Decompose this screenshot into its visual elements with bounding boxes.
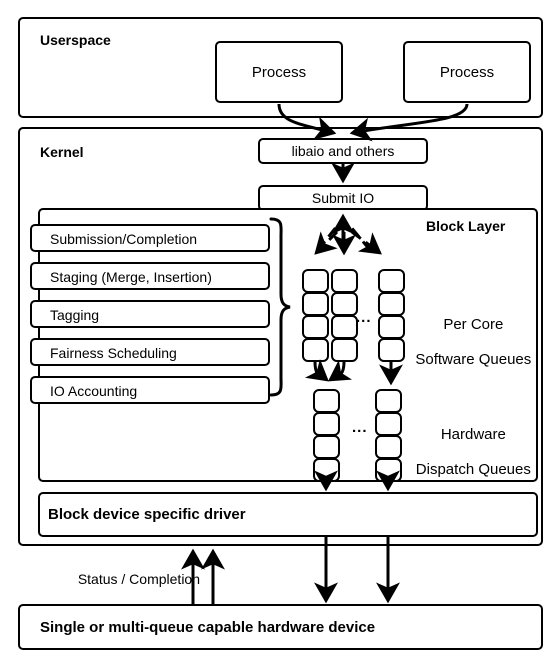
- arrow-swq1-to-hwq1: [304, 359, 329, 382]
- arrow-submitio-to-swqueue-1: [314, 230, 339, 255]
- arrow-process1-to-libaio: [277, 103, 337, 140]
- diagram-canvas: Userspace Kernel Process Process libaio …: [0, 0, 560, 661]
- arrow-submitio-to-swqueue-3: [351, 230, 382, 255]
- arrow-swq2-to-hwq1: [328, 359, 353, 382]
- feature-list-brace: [269, 217, 291, 397]
- arrow-process2-to-libaio: [349, 103, 469, 142]
- connector-arrows: [181, 103, 469, 604]
